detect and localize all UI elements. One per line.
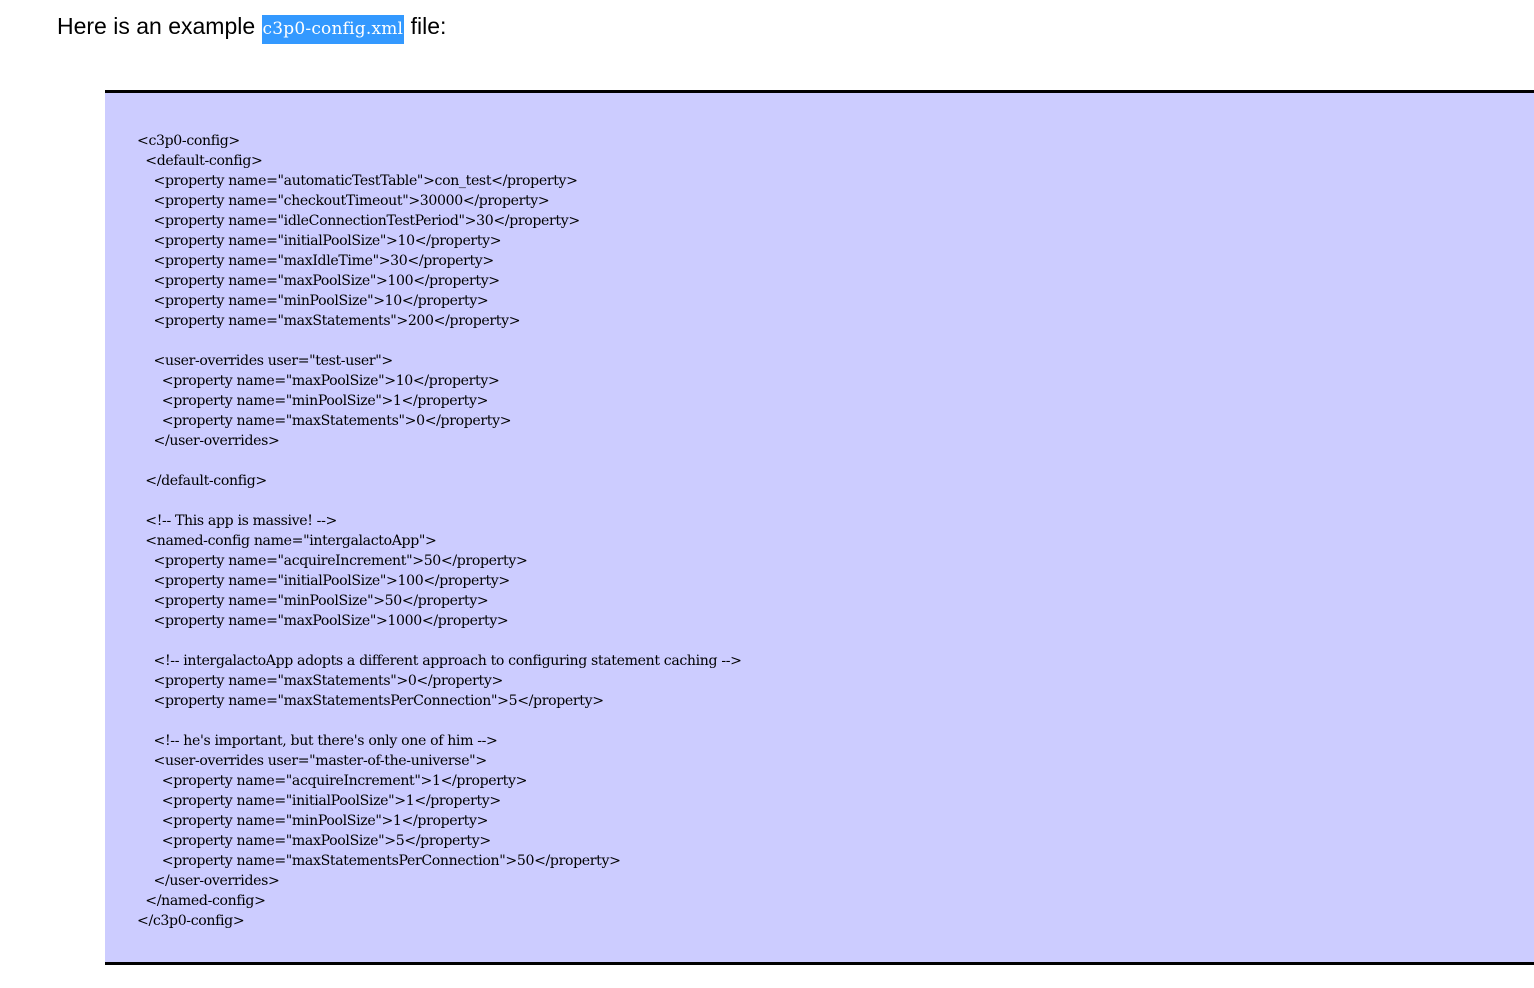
code-line: <property name="initialPoolSize">10</pro… [137, 233, 502, 249]
code-line: <property name="checkoutTimeout">30000</… [137, 193, 550, 209]
code-line: <property name="acquireIncrement">1</pro… [137, 773, 528, 789]
code-line: <property name="maxPoolSize">10</propert… [137, 373, 500, 389]
code-line: <!-- intergalactoApp adopts a different … [137, 653, 742, 669]
intro-paragraph: Here is an example c3p0-config.xml file: [57, 10, 446, 45]
code-line: <property name="minPoolSize">1</property… [137, 813, 489, 829]
code-line: <property name="minPoolSize">50</propert… [137, 593, 489, 609]
code-line: </named-config> [137, 893, 266, 909]
code-line: <property name="maxPoolSize">1000</prope… [137, 613, 509, 629]
code-line: <property name="minPoolSize">1</property… [137, 393, 489, 409]
code-line: <user-overrides user="master-of-the-univ… [137, 753, 488, 769]
code-line: <property name="initialPoolSize">1</prop… [137, 793, 501, 809]
code-line: </c3p0-config> [137, 913, 245, 929]
selected-filename[interactable]: c3p0-config.xml [261, 15, 405, 44]
code-line: <property name="initialPoolSize">100</pr… [137, 573, 511, 589]
code-line: <property name="acquireIncrement">50</pr… [137, 553, 528, 569]
code-line: <property name="automaticTestTable">con_… [137, 173, 578, 189]
code-line: <property name="minPoolSize">10</propert… [137, 293, 489, 309]
xml-code-listing[interactable]: <c3p0-config> <default-config> <property… [137, 131, 742, 931]
code-line: <property name="maxIdleTime">30</propert… [137, 253, 495, 269]
code-line: </user-overrides> [137, 433, 280, 449]
code-line: <property name="maxStatements">0</proper… [137, 673, 504, 689]
code-line: <property name="maxStatementsPerConnecti… [137, 853, 621, 869]
intro-suffix: file: [404, 13, 447, 39]
code-line: <named-config name="intergalactoApp"> [137, 533, 437, 549]
code-line: <default-config> [137, 153, 263, 169]
code-line: <property name="maxPoolSize">100</proper… [137, 273, 501, 289]
code-line: <c3p0-config> [137, 133, 240, 149]
code-line: <property name="maxPoolSize">5</property… [137, 833, 491, 849]
intro-prefix: Here is an example [57, 13, 262, 39]
code-block: <c3p0-config> <default-config> <property… [105, 90, 1534, 965]
code-line: <!-- he's important, but there's only on… [137, 733, 498, 749]
code-line: </user-overrides> [137, 873, 280, 889]
code-line: <property name="maxStatements">0</proper… [137, 413, 512, 429]
code-line: <property name="idleConnectionTestPeriod… [137, 213, 581, 229]
code-line: <user-overrides user="test-user"> [137, 353, 394, 369]
code-line: <property name="maxStatements">200</prop… [137, 313, 521, 329]
code-line: <property name="maxStatementsPerConnecti… [137, 693, 605, 709]
code-line: </default-config> [137, 473, 267, 489]
code-line: <!-- This app is massive! --> [137, 513, 337, 529]
